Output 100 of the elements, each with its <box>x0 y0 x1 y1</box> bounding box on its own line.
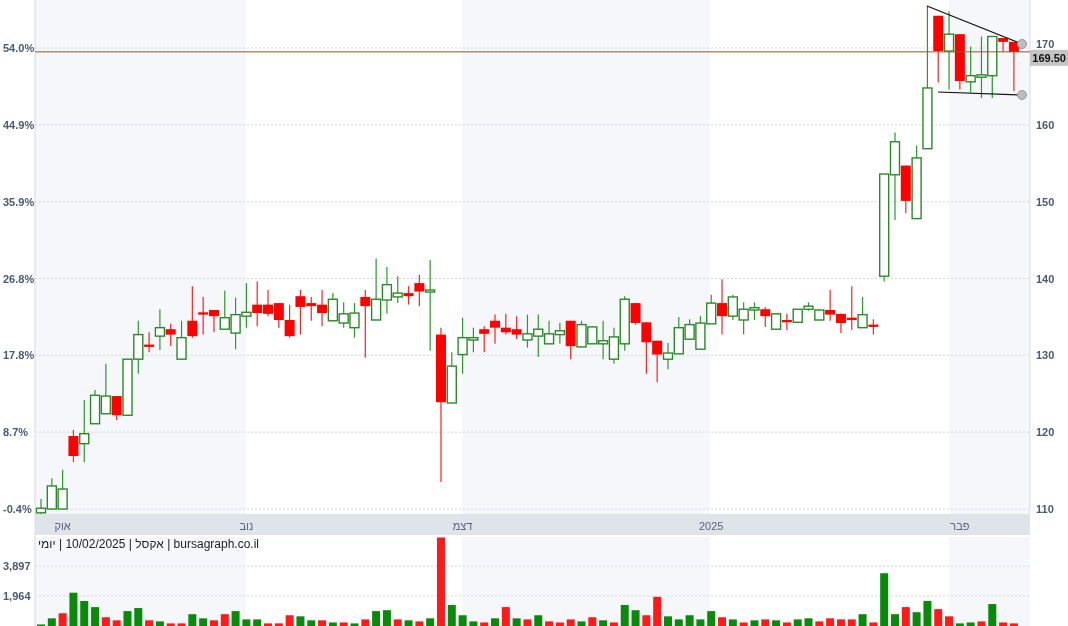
bar <box>663 616 672 626</box>
bar <box>447 604 456 626</box>
bar <box>858 614 867 626</box>
bar <box>847 619 856 626</box>
line-handle[interactable] <box>1017 90 1027 100</box>
bar <box>58 613 67 626</box>
bar <box>999 622 1008 626</box>
bar <box>134 608 143 626</box>
price-axis-label: 120 <box>1036 426 1055 439</box>
bar <box>750 620 759 626</box>
line-handle[interactable] <box>1017 39 1027 49</box>
bar <box>307 620 316 626</box>
bar <box>685 615 694 626</box>
bar <box>91 607 100 626</box>
bar <box>739 622 748 626</box>
month-label: דצמ <box>452 520 473 532</box>
bar <box>177 623 186 626</box>
bar <box>436 537 445 626</box>
bar <box>274 623 283 626</box>
candlestick <box>998 37 1009 53</box>
bar <box>69 592 78 626</box>
bar <box>101 617 110 626</box>
bar <box>361 619 370 626</box>
candlestick <box>284 304 295 339</box>
bar <box>836 619 845 626</box>
candlestick <box>79 399 90 463</box>
bar <box>188 614 197 626</box>
bar <box>696 619 705 626</box>
volume-axis-label: 3,897 <box>3 560 31 573</box>
current-price-badge: 169.50 <box>1030 49 1068 66</box>
price-axis-label: 160 <box>1036 118 1055 131</box>
percent-axis-label: 54.0% <box>3 42 35 54</box>
price-axis-label: 150 <box>1036 195 1055 208</box>
bar <box>209 620 218 626</box>
candlestick <box>717 278 728 336</box>
month-label: 2025 <box>699 520 724 532</box>
price-axis-label: 130 <box>1036 349 1055 362</box>
bar <box>793 619 802 626</box>
bar <box>166 623 175 626</box>
bar <box>804 618 813 626</box>
bar <box>653 596 662 626</box>
bar <box>966 622 975 626</box>
volume-axis-label: 1,964 <box>3 589 31 602</box>
candlestick <box>414 274 425 307</box>
bar <box>242 619 251 626</box>
bar <box>145 620 154 626</box>
bar <box>523 619 532 626</box>
bar <box>123 611 132 626</box>
bar <box>339 622 348 626</box>
bar <box>285 615 294 626</box>
bar <box>566 619 575 626</box>
bar <box>47 618 56 626</box>
bar <box>815 621 824 626</box>
candlestick <box>360 289 371 359</box>
bar <box>945 616 954 626</box>
candlestick <box>68 429 79 463</box>
bar <box>1009 623 1018 626</box>
bar <box>534 615 543 626</box>
bar <box>869 622 878 626</box>
candlestick <box>187 285 198 339</box>
bar <box>501 607 510 626</box>
bar <box>199 618 208 626</box>
bar <box>382 610 391 626</box>
candlestick <box>857 296 868 329</box>
candlestick <box>176 320 187 360</box>
bar <box>674 619 683 626</box>
bar <box>458 615 467 626</box>
bar <box>112 620 121 626</box>
month-label: נוב <box>239 520 254 532</box>
bar <box>588 617 597 626</box>
bar <box>328 622 337 626</box>
bar <box>890 614 899 626</box>
bar <box>642 615 651 626</box>
bar <box>934 609 943 626</box>
bar <box>923 600 932 626</box>
bar <box>577 621 586 626</box>
bar <box>772 620 781 626</box>
bar <box>609 622 618 626</box>
bar <box>718 617 727 626</box>
candlestick <box>760 306 771 328</box>
price-axis-label: 140 <box>1036 272 1055 285</box>
percent-axis-label: 8.7% <box>3 426 29 439</box>
bar <box>912 612 921 626</box>
bar <box>318 620 327 626</box>
bar <box>555 622 564 626</box>
price-axis-label: 110 <box>1036 503 1054 515</box>
bar <box>415 621 424 626</box>
bar <box>620 604 629 626</box>
bar <box>880 573 889 626</box>
percent-axis-label: 44.9% <box>3 118 35 131</box>
chart-caption: bursagraph.co.il | אקסל | 10/02/2025 | יומי <box>38 537 259 551</box>
bar <box>545 621 554 626</box>
candlestick <box>403 285 414 306</box>
bar <box>231 611 240 626</box>
bar <box>955 623 964 626</box>
candlestick <box>111 395 122 421</box>
bar <box>599 620 608 626</box>
candlestick <box>424 259 436 352</box>
bar <box>988 604 997 626</box>
percent-axis-label: -0.4% <box>3 503 32 515</box>
